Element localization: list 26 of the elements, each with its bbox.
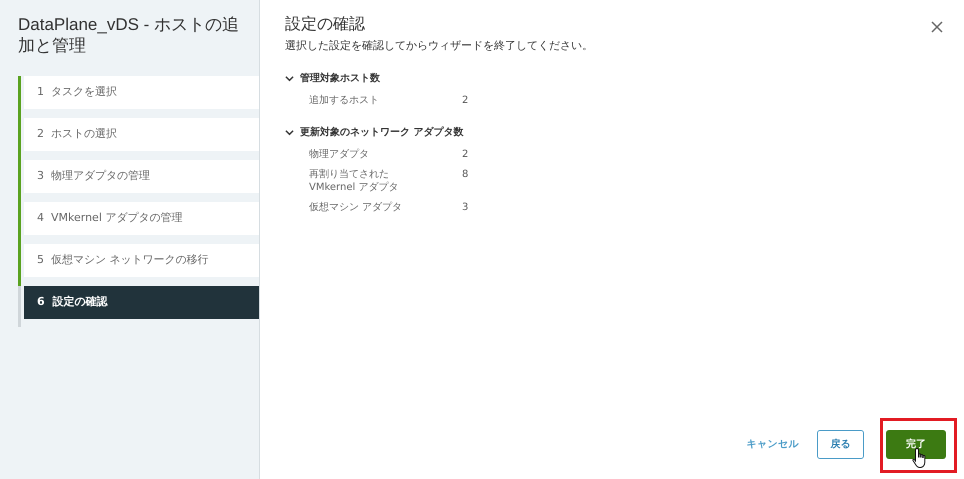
section-title: 管理対象ホスト数 <box>300 71 380 86</box>
finish-button[interactable]: 完了 <box>886 430 946 459</box>
row-value: 2 <box>462 94 468 106</box>
row-label: 再割り当てされた VMkernel アダプタ <box>309 168 400 194</box>
wizard-step[interactable]: 2 ホストの選択 <box>24 118 259 151</box>
cancel-link[interactable]: キャンセル <box>742 437 803 452</box>
row-value: 3 <box>462 200 468 214</box>
hand-cursor-icon <box>912 447 928 469</box>
row-label: 追加するホスト <box>309 94 380 106</box>
section-title: 更新対象のネットワーク アダプタ数 <box>300 125 464 140</box>
wizard-step[interactable]: 3 物理アダプタの管理 <box>24 160 259 193</box>
chevron-icon[interactable] <box>285 74 294 82</box>
page-title: 設定の確認 <box>285 13 365 35</box>
wizard-step[interactable]: 4 VMkernel アダプタの管理 <box>24 202 259 235</box>
close-button[interactable] <box>930 20 944 34</box>
row-label: 仮想マシン アダプタ <box>309 200 404 214</box>
wizard-step[interactable]: 1 タスクを選択 <box>24 76 259 109</box>
row-label: 物理アダプタ <box>309 148 370 160</box>
wizard-title: DataPlane_vDS - ホストの追加と管理 <box>18 14 240 56</box>
row-value: 8 <box>462 168 468 182</box>
wizard-step[interactable]: 5 仮想マシン ネットワークの移行 <box>24 244 259 277</box>
page-description: 選択した設定を確認してからウィザードを終了してください。 <box>285 38 594 54</box>
row-value: 2 <box>462 148 468 160</box>
chevron-icon[interactable] <box>285 128 294 136</box>
wizard-step[interactable]: 6 設定の確認 <box>24 286 259 319</box>
back-button[interactable]: 戻る <box>817 430 864 459</box>
